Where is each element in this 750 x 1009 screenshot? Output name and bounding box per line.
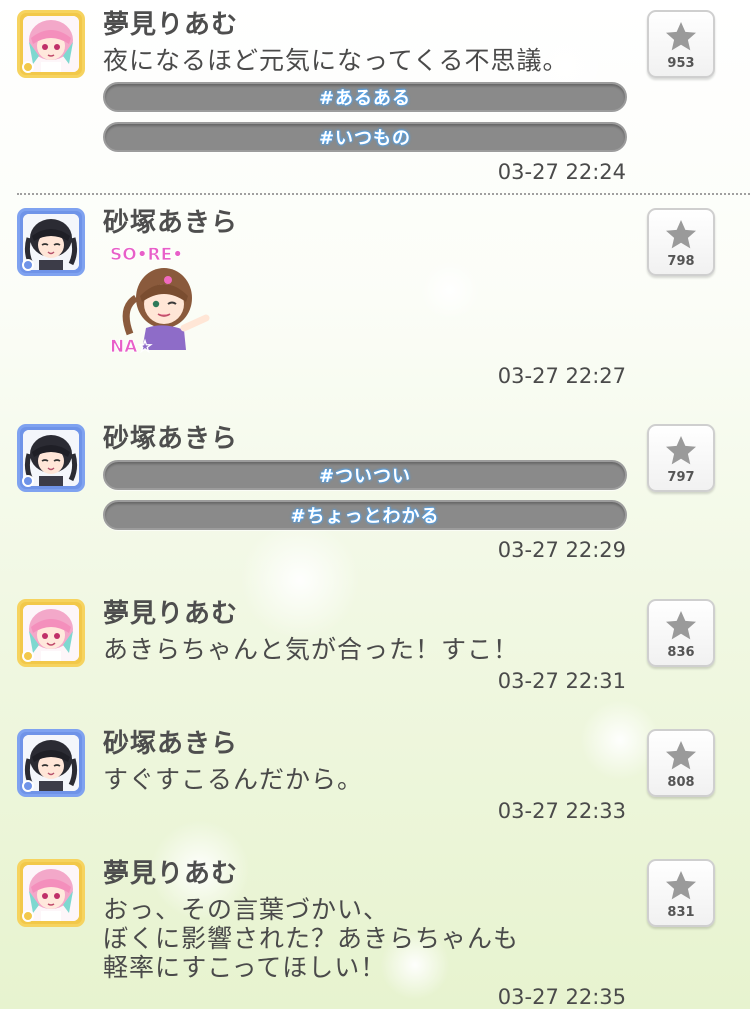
sender-name: 砂塚あきら	[103, 208, 239, 238]
attribute-badge	[22, 650, 34, 662]
message-text: すぐすこるんだから。	[103, 765, 364, 794]
timestamp: 03-27 22:27	[497, 364, 626, 388]
timestamp: 03-27 22:33	[497, 799, 626, 823]
attribute-badge	[22, 780, 34, 792]
like-button[interactable]: 808	[647, 729, 715, 797]
hashtag-button[interactable]: #ついつい	[103, 460, 627, 490]
timestamp: 03-27 22:31	[497, 669, 626, 693]
star-icon	[666, 741, 696, 770]
attribute-badge	[22, 910, 34, 922]
hashtag-label: #ついつい	[318, 466, 412, 487]
timestamp: 03-27 22:24	[497, 160, 626, 184]
like-button[interactable]: 831	[647, 859, 715, 927]
sticker-text: SO•RE•	[110, 245, 183, 265]
akira-avatar[interactable]	[17, 208, 85, 276]
sender-name: 夢見りあむ	[103, 859, 239, 889]
like-count: 797	[667, 470, 695, 485]
sender-name: 砂塚あきら	[103, 424, 239, 454]
timestamp: 03-27 22:29	[497, 538, 626, 562]
sender-name: 夢見りあむ	[103, 10, 239, 40]
hashtag-label: #ちょっとわかる	[290, 506, 440, 527]
sender-name: 砂塚あきら	[103, 729, 239, 759]
timestamp: 03-27 22:35	[497, 985, 626, 1009]
like-button[interactable]: 798	[647, 208, 715, 276]
star-icon	[666, 871, 696, 900]
message-feed: 夢見りあむ 夜になるほど元気になってくる不思議。 #あるある #いつもの 03-…	[0, 0, 750, 1009]
star-icon	[666, 220, 696, 249]
sticker-text: NA☆	[110, 337, 153, 357]
message-text: おっ、その言葉づかい、 ぼくに影響された？あきらちゃんも 軽率にすこってほしい！	[103, 895, 520, 982]
new-section-divider	[17, 193, 750, 195]
riamu-avatar[interactable]	[17, 859, 85, 927]
like-button[interactable]: 836	[647, 599, 715, 667]
hashtag-button[interactable]: #いつもの	[103, 122, 627, 152]
star-icon	[666, 22, 696, 51]
hashtag-button[interactable]: #あるある	[103, 82, 627, 112]
like-count: 808	[667, 775, 695, 790]
star-icon	[666, 436, 696, 465]
like-button[interactable]: 797	[647, 424, 715, 492]
riamu-avatar[interactable]	[17, 599, 85, 667]
sender-name: 夢見りあむ	[103, 599, 239, 629]
like-button[interactable]: 953	[647, 10, 715, 78]
attribute-badge	[22, 259, 34, 271]
like-count: 953	[667, 56, 695, 71]
like-count: 798	[667, 254, 695, 269]
akira-avatar[interactable]	[17, 729, 85, 797]
message-text: 夜になるほど元気になってくる不思議。	[103, 46, 569, 75]
like-count: 836	[667, 645, 695, 660]
message-text: あきらちゃんと気が合った！すこ！	[103, 635, 520, 664]
hashtag-label: #いつもの	[318, 128, 412, 149]
akira-avatar[interactable]	[17, 424, 85, 492]
riamu-avatar[interactable]	[17, 10, 85, 78]
star-icon	[666, 611, 696, 640]
sticker-image: SO•RE• NA☆	[106, 238, 210, 357]
like-count: 831	[667, 905, 695, 920]
hashtag-label: #あるある	[318, 88, 412, 109]
hashtag-button[interactable]: #ちょっとわかる	[103, 500, 627, 530]
attribute-badge	[22, 61, 34, 73]
attribute-badge	[22, 475, 34, 487]
